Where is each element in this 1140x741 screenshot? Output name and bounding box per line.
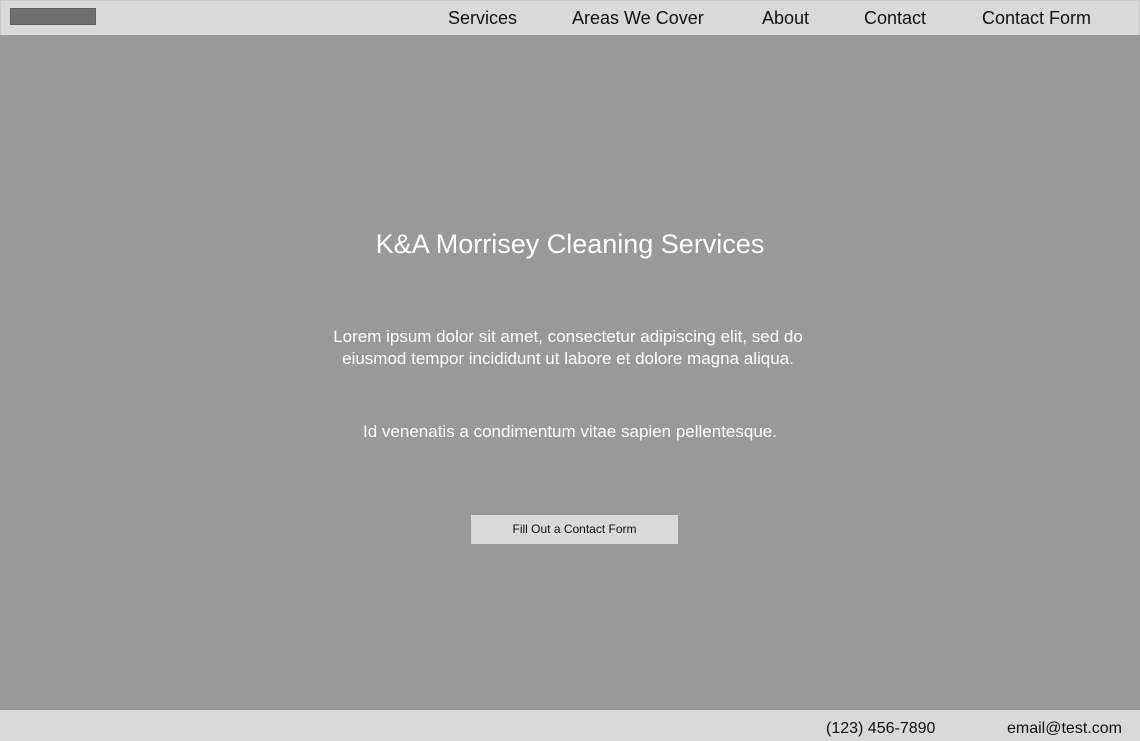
nav-link-contact[interactable]: Contact: [864, 8, 926, 28]
top-navigation-bar: Services Areas We Cover About Contact Co…: [0, 0, 1140, 36]
hero-section: K&A Morrisey Cleaning Services Lorem ips…: [0, 35, 1140, 710]
logo[interactable]: [10, 8, 96, 25]
nav-link-contact-form[interactable]: Contact Form: [982, 8, 1091, 28]
footer-email[interactable]: email@test.com: [1007, 719, 1122, 739]
footer-phone[interactable]: (123) 456-7890: [826, 719, 935, 739]
nav-link-areas-we-cover[interactable]: Areas We Cover: [572, 8, 704, 28]
contact-form-button[interactable]: Fill Out a Contact Form: [471, 515, 678, 544]
footer: (123) 456-7890 email@test.com: [0, 710, 1140, 741]
nav-link-services[interactable]: Services: [448, 8, 517, 28]
hero-subtext: Id venenatis a condimentum vitae sapien …: [363, 422, 777, 441]
hero-description: Lorem ipsum dolor sit amet, consectetur …: [333, 327, 803, 368]
page-title: K&A Morrisey Cleaning Services: [375, 229, 765, 259]
nav-link-about[interactable]: About: [762, 8, 809, 28]
